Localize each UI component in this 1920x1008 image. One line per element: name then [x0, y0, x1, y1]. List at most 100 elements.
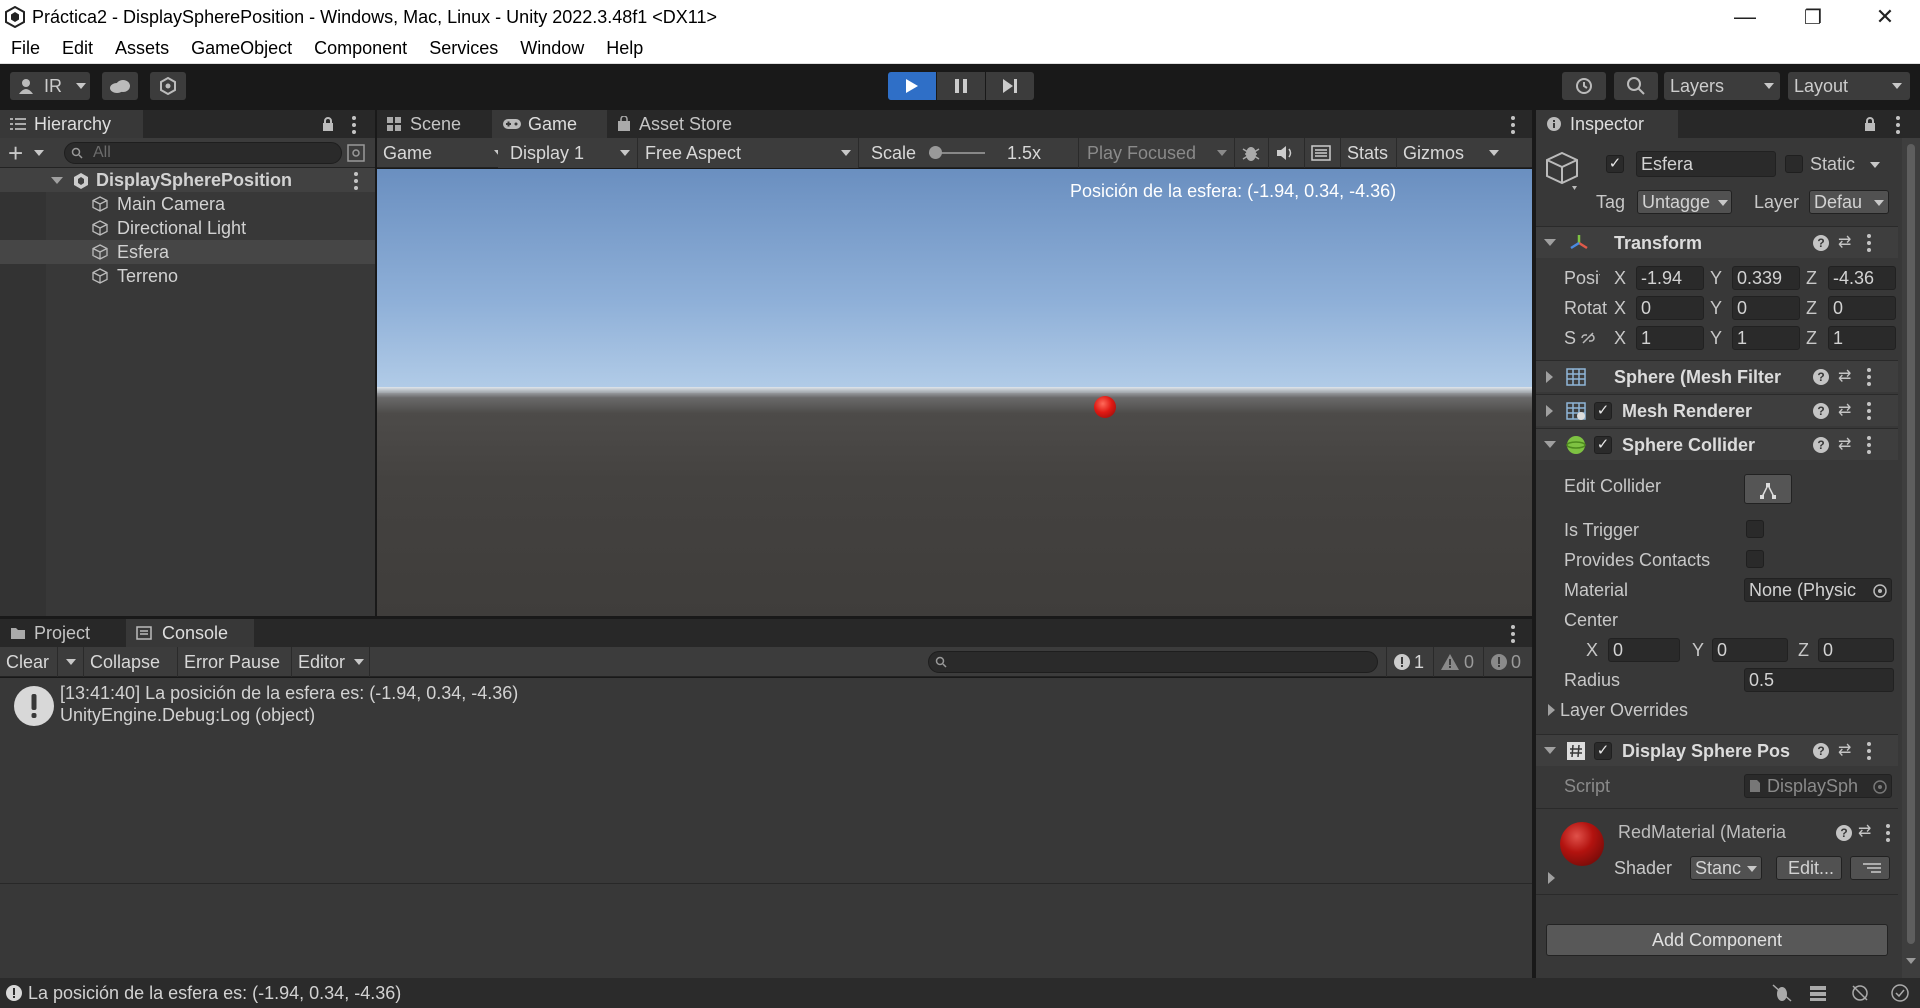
collapsed-arrow-icon[interactable]: [1546, 405, 1553, 417]
shader-dropdown[interactable]: Stanc: [1690, 856, 1762, 880]
more-options-icon[interactable]: [1867, 234, 1871, 252]
sphere-collider-header[interactable]: ✓ Sphere Collider ? ⇄: [1536, 428, 1898, 460]
expand-arrow-icon[interactable]: [1544, 747, 1556, 754]
tab-project[interactable]: Project: [0, 619, 126, 647]
clear-options-dropdown[interactable]: [58, 647, 84, 677]
center-y-field[interactable]: 0: [1712, 638, 1788, 662]
edit-collider-button[interactable]: [1744, 474, 1792, 504]
more-options-icon[interactable]: [1867, 742, 1871, 760]
menu-edit[interactable]: Edit: [51, 38, 104, 59]
menu-services[interactable]: Services: [418, 38, 509, 59]
more-options-icon[interactable]: [1896, 116, 1900, 134]
history-button[interactable]: [1562, 72, 1606, 100]
scale-slider-handle[interactable]: [929, 146, 942, 159]
unlink-icon[interactable]: [1580, 331, 1596, 345]
layer-dropdown[interactable]: Defau: [1809, 190, 1889, 214]
sphere-collider-enabled-checkbox[interactable]: ✓: [1594, 436, 1612, 454]
active-checkbox[interactable]: ✓: [1606, 155, 1624, 173]
display-dropdown-inner[interactable]: Display 1: [498, 138, 638, 168]
presets-icon[interactable]: ⇄: [1858, 821, 1871, 841]
tab-hierarchy[interactable]: Hierarchy: [0, 110, 143, 138]
collab-button[interactable]: [150, 72, 186, 100]
tab-scene[interactable]: Scene: [377, 110, 492, 138]
panel-divider[interactable]: [375, 110, 377, 616]
radius-field[interactable]: 0.5: [1744, 668, 1894, 692]
gizmos-dropdown[interactable]: [1481, 138, 1509, 168]
tab-console[interactable]: Console: [126, 619, 254, 647]
position-z-field[interactable]: -4.36: [1828, 266, 1896, 290]
step-button[interactable]: [986, 72, 1034, 100]
expand-arrow-icon[interactable]: [51, 177, 63, 184]
warning-count-toggle[interactable]: 0: [1434, 647, 1484, 677]
pause-button[interactable]: [937, 72, 985, 100]
display-mode-dropdown[interactable]: Game: [377, 138, 513, 168]
tab-game[interactable]: Game: [492, 110, 607, 138]
tab-asset-store[interactable]: Asset Store: [607, 110, 747, 138]
resolution-button[interactable]: [1305, 138, 1341, 168]
mesh-filter-header[interactable]: Sphere (Mesh Filter ? ⇄: [1536, 360, 1898, 392]
create-plus-icon[interactable]: +: [8, 138, 23, 169]
auto-generate-lighting-icon[interactable]: [1850, 984, 1870, 1002]
audio-button[interactable]: [1269, 138, 1305, 168]
maximize-button[interactable]: ❐: [1778, 0, 1848, 34]
menu-help[interactable]: Help: [595, 38, 654, 59]
stats-button[interactable]: Stats: [1341, 138, 1397, 168]
mesh-renderer-header[interactable]: ✓ Mesh Renderer ? ⇄: [1536, 394, 1898, 426]
shader-options-button[interactable]: [1850, 856, 1890, 880]
transform-header[interactable]: Transform ? ⇄: [1536, 226, 1898, 258]
progress-check-icon[interactable]: [1890, 984, 1910, 1002]
menu-gameobject[interactable]: GameObject: [180, 38, 303, 59]
scale-y-field[interactable]: 1: [1732, 326, 1800, 350]
mesh-renderer-enabled-checkbox[interactable]: ✓: [1594, 402, 1612, 420]
editor-dropdown[interactable]: Editor: [292, 647, 370, 677]
status-message[interactable]: La posición de la esfera es: (-1.94, 0.3…: [28, 983, 401, 1004]
scene-visibility-icon[interactable]: [347, 144, 365, 162]
collapsed-arrow-icon[interactable]: [1548, 704, 1555, 716]
provides-contacts-checkbox[interactable]: [1746, 550, 1764, 568]
chevron-down-icon[interactable]: [34, 150, 44, 156]
search-button[interactable]: [1614, 72, 1658, 100]
tag-dropdown[interactable]: Untagge: [1637, 190, 1732, 214]
game-viewport[interactable]: Posición de la esfera: (-1.94, 0.34, -4.…: [377, 169, 1532, 616]
hierarchy-item-directional-light[interactable]: Directional Light: [0, 216, 375, 240]
hierarchy-item-esfera[interactable]: Esfera: [0, 240, 375, 264]
presets-icon[interactable]: ⇄: [1838, 740, 1851, 760]
clear-button[interactable]: Clear: [0, 647, 58, 677]
scroll-down-icon[interactable]: [1906, 958, 1916, 964]
object-name-field[interactable]: Esfera: [1636, 151, 1776, 177]
more-options-icon[interactable]: [1867, 436, 1871, 454]
presets-icon[interactable]: ⇄: [1838, 400, 1851, 420]
is-trigger-checkbox[interactable]: [1746, 520, 1764, 538]
collapsed-arrow-icon[interactable]: [1546, 371, 1553, 383]
menu-window[interactable]: Window: [509, 38, 595, 59]
script-component-header[interactable]: ✓ Display Sphere Pos ? ⇄: [1536, 734, 1898, 766]
rotation-x-field[interactable]: 0: [1636, 296, 1704, 320]
inspector-scrollbar[interactable]: [1902, 138, 1920, 978]
tab-inspector[interactable]: Inspector: [1536, 110, 1678, 138]
console-search-field[interactable]: [928, 651, 1378, 673]
more-options-icon[interactable]: [1886, 824, 1890, 842]
error-pause-button[interactable]: Error Pause: [178, 647, 292, 677]
collapse-button[interactable]: Collapse: [84, 647, 178, 677]
hierarchy-item-terreno[interactable]: Terreno: [0, 264, 375, 288]
mute-bug-button[interactable]: [1235, 138, 1269, 168]
more-options-icon[interactable]: [352, 116, 356, 134]
scene-root-row[interactable]: DisplaySpherePosition: [0, 168, 375, 192]
more-options-icon[interactable]: [354, 172, 358, 190]
layers-dropdown[interactable]: Layers: [1664, 72, 1780, 100]
help-icon[interactable]: ?: [1813, 437, 1829, 453]
script-enabled-checkbox[interactable]: ✓: [1594, 742, 1612, 760]
expand-arrow-icon[interactable]: [1544, 441, 1556, 448]
center-x-field[interactable]: 0: [1608, 638, 1680, 662]
presets-icon[interactable]: ⇄: [1838, 232, 1851, 252]
error-count-toggle[interactable]: 0: [1484, 647, 1532, 677]
presets-icon[interactable]: ⇄: [1838, 434, 1851, 454]
more-options-icon[interactable]: [1867, 368, 1871, 386]
center-z-field[interactable]: 0: [1818, 638, 1894, 662]
minimize-button[interactable]: —: [1710, 0, 1780, 34]
lock-icon[interactable]: [322, 117, 334, 132]
log-count-toggle[interactable]: 1: [1386, 647, 1434, 677]
presets-icon[interactable]: ⇄: [1838, 366, 1851, 386]
collapsed-arrow-icon[interactable]: [1548, 872, 1555, 884]
scale-z-field[interactable]: 1: [1828, 326, 1896, 350]
